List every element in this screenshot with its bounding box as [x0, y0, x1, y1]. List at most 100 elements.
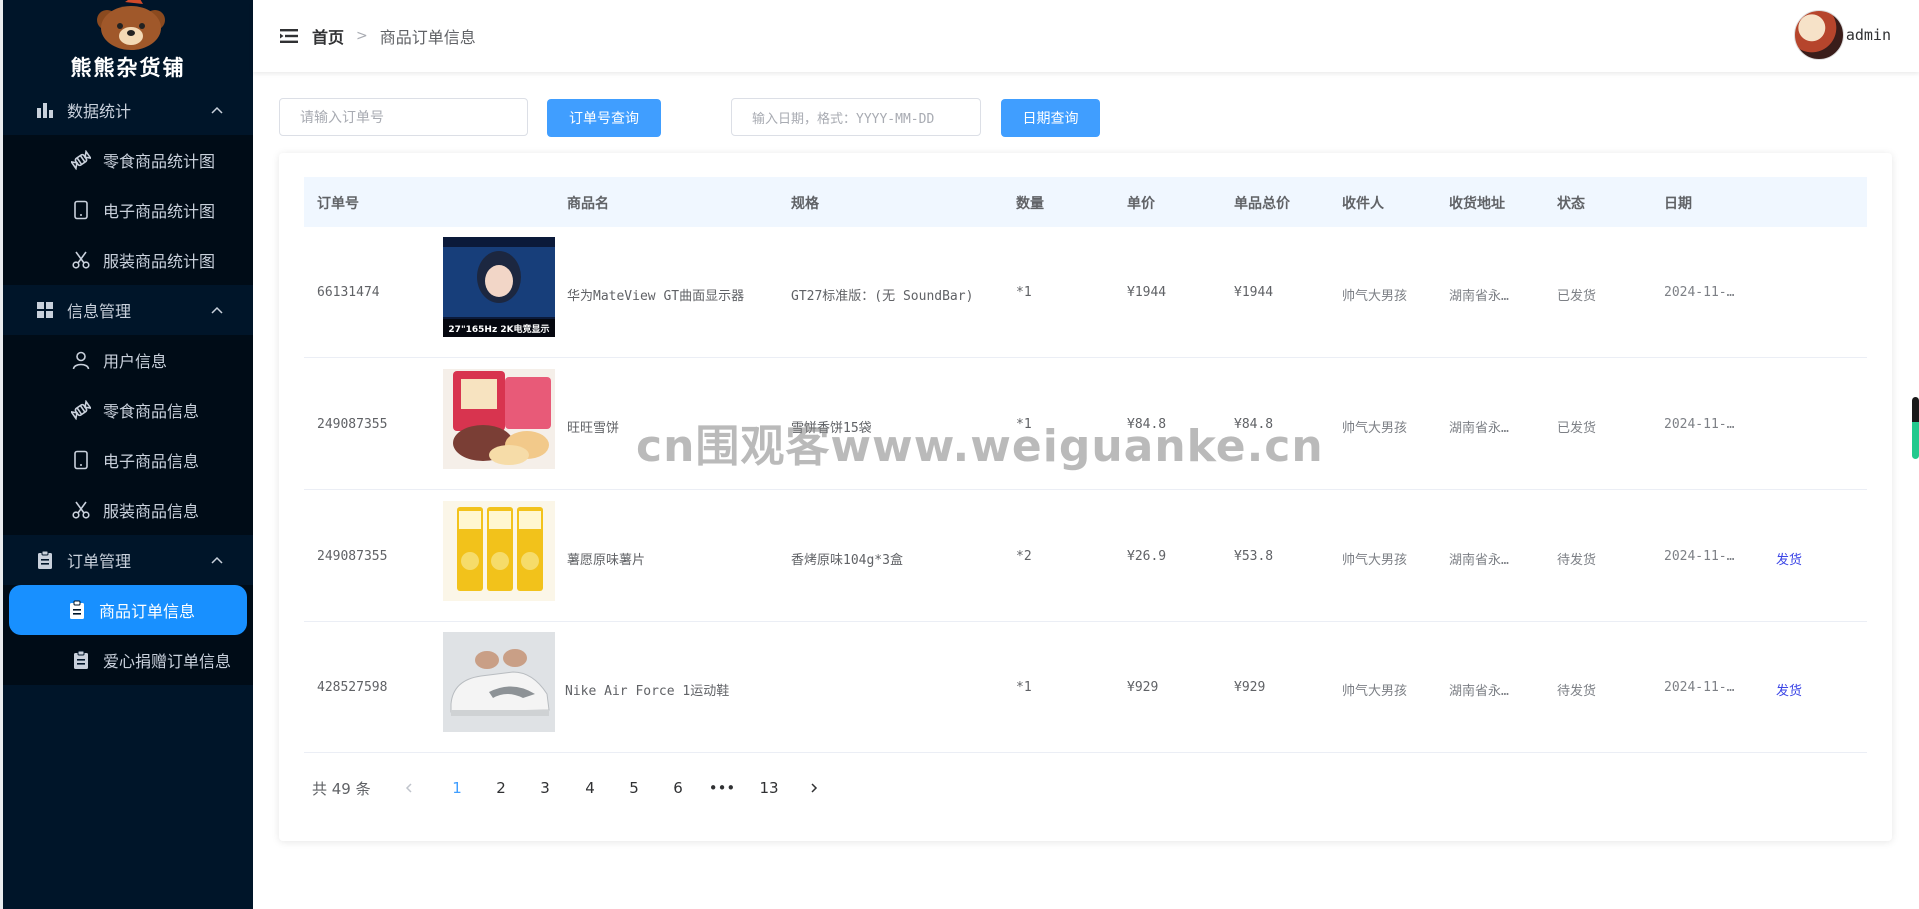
- cell-qty: *2: [1016, 549, 1032, 564]
- order-table-card: 订单号 商品名 规格 数量 单价 单品总价 收件人 收货地址 状态 日期 27"…: [279, 153, 1892, 841]
- sidebar-item-label: 零食商品统计图: [103, 152, 216, 171]
- order-search-button[interactable]: 订单号查询: [547, 99, 661, 137]
- cell-status: 已发货: [1557, 289, 1597, 304]
- cell-address: 湖南省永…: [1449, 553, 1509, 568]
- cell-date: 2024-11-…: [1664, 549, 1735, 564]
- thumbnail-caption: 27"165Hz 2K电竞显示: [448, 323, 549, 335]
- menu-group-0[interactable]: 数据统计: [3, 85, 253, 135]
- sidebar: 熊熊杂货铺 数据统计零食商品统计图 电子商品统计图 服装商品统计图信息管理用户信息零…: [0, 0, 253, 909]
- sidebar-item-0-1[interactable]: 电子商品统计图: [3, 185, 253, 235]
- cell-spec: 香烤原味104g*3盒: [791, 553, 903, 568]
- page-3[interactable]: 3: [530, 773, 560, 803]
- table-row: 249087355 薯愿原味薯片 香烤原味104g*3盒 *2 ¥26.9 ¥53.8 帅气…: [304, 491, 1867, 622]
- cell-product-name: 华为MateView GT曲面显示器: [567, 289, 745, 304]
- sidebar-item-label: 电子商品统计图: [103, 202, 216, 221]
- bear-logo-icon: [97, 0, 165, 50]
- submenu-2: 商品订单信息爱心捐赠订单信息: [3, 585, 253, 685]
- user-menu[interactable]: admin: [1793, 10, 1891, 60]
- pagination: 共 49 条: [312, 773, 371, 803]
- cell-order-no: 428527598: [317, 680, 388, 695]
- prev-page-icon[interactable]: [399, 773, 419, 803]
- column-header-qty: 数量: [1016, 196, 1044, 212]
- cell-status: 待发货: [1557, 684, 1597, 699]
- sidebar-item-label: 服装商品统计图: [103, 252, 216, 271]
- ship-action-link[interactable]: 发货: [1776, 680, 1802, 699]
- cell-status: 已发货: [1557, 421, 1597, 436]
- pagination-ellipsis[interactable]: •••: [707, 773, 737, 803]
- sidebar-item-0-0[interactable]: 零食商品统计图: [3, 135, 253, 185]
- page-5[interactable]: 5: [619, 773, 649, 803]
- cell-qty: *1: [1016, 680, 1032, 695]
- cell-date: 2024-11-…: [1664, 417, 1735, 432]
- menu-group-2[interactable]: 订单管理: [3, 535, 253, 585]
- page-13[interactable]: 13: [754, 773, 784, 803]
- column-header-status: 状态: [1557, 196, 1585, 212]
- menu-fold-icon[interactable]: [280, 29, 298, 43]
- cell-order-no: 66131474: [317, 285, 380, 300]
- breadcrumb-current: 商品订单信息: [379, 28, 476, 47]
- cell-price: ¥26.9: [1127, 549, 1167, 564]
- scrollbar-indicator[interactable]: [1912, 397, 1919, 459]
- sidebar-item-label: 服装商品信息: [103, 502, 200, 521]
- cell-receiver: 帅气大男孩: [1342, 289, 1408, 304]
- candy-icon: [71, 150, 91, 170]
- pagination-total: 共 49 条: [312, 779, 371, 798]
- user-icon: [71, 350, 91, 370]
- sidebar-item-1-1[interactable]: 零食商品信息: [3, 385, 253, 435]
- sidebar-item-label: 零食商品信息: [103, 402, 200, 421]
- column-header-price: 单价: [1127, 196, 1155, 212]
- header: 首页 > 商品订单信息 admin: [253, 0, 1919, 72]
- next-page-icon[interactable]: [804, 773, 824, 803]
- sidebar-item-label: 爱心捐赠订单信息: [103, 652, 232, 671]
- chevron-up-icon[interactable]: [209, 102, 225, 118]
- sidebar-item-label: 用户信息: [103, 352, 168, 371]
- sidebar-item-1-3[interactable]: 服装商品信息: [3, 485, 253, 535]
- chevron-up-icon[interactable]: [209, 552, 225, 568]
- chevron-up-icon[interactable]: [209, 302, 225, 318]
- ship-action-link[interactable]: 发货: [1776, 549, 1802, 568]
- logo-text: 熊熊杂货铺: [70, 56, 186, 80]
- product-thumbnail: [443, 369, 555, 469]
- column-header-receiver: 收件人: [1342, 196, 1384, 212]
- table-row: 428527598 Nike Air Force 1运动鞋 *1 ¥929 ¥929 帅气…: [304, 622, 1867, 753]
- product-thumbnail: 27"165Hz 2K电竞显示: [443, 237, 555, 337]
- sidebar-item-1-0[interactable]: 用户信息: [3, 335, 253, 385]
- cell-receiver: 帅气大男孩: [1342, 684, 1408, 699]
- table-header: 订单号 商品名 规格 数量 单价 单品总价 收件人 收货地址 状态 日期: [304, 177, 1867, 227]
- menu-group-label: 数据统计: [67, 102, 132, 121]
- candy-icon: [71, 400, 91, 420]
- sidebar-item-2-1[interactable]: 爱心捐赠订单信息: [3, 635, 253, 685]
- column-header-spec: 规格: [791, 196, 819, 212]
- clipboard-icon: [35, 550, 55, 570]
- sidebar-item-label: 电子商品信息: [103, 452, 200, 471]
- sidebar-item-1-2[interactable]: 电子商品信息: [3, 435, 253, 485]
- page-2[interactable]: 2: [486, 773, 516, 803]
- page-4[interactable]: 4: [575, 773, 605, 803]
- page-1[interactable]: 1: [442, 773, 472, 803]
- table-row: 27"165Hz 2K电竞显示 66131474 华为MateView GT曲面显…: [304, 227, 1867, 358]
- cell-spec: GT27标准版：(无 SoundBar): [791, 289, 974, 304]
- breadcrumb-separator: >: [356, 28, 368, 44]
- cell-receiver: 帅气大男孩: [1342, 553, 1408, 568]
- menu-group-1[interactable]: 信息管理: [3, 285, 253, 335]
- breadcrumb-home[interactable]: 首页: [312, 24, 344, 48]
- tablet-icon: [71, 450, 91, 470]
- scissors-icon: [71, 250, 91, 270]
- scissors-icon: [71, 500, 91, 520]
- column-header-name: 商品名: [567, 196, 609, 212]
- cell-order-no: 249087355: [317, 549, 388, 564]
- avatar[interactable]: [1793, 10, 1844, 60]
- column-header-address: 收货地址: [1449, 196, 1505, 212]
- cell-product-name: 薯愿原味薯片: [567, 553, 646, 568]
- date-placeholder: 输入日期，格式：YYYY-MM-DD: [752, 111, 935, 127]
- sidebar-item-2-0[interactable]: 商品订单信息: [9, 585, 247, 635]
- page-6[interactable]: 6: [663, 773, 693, 803]
- sidebar-item-0-2[interactable]: 服装商品统计图: [3, 235, 253, 285]
- column-header-total: 单品总价: [1234, 196, 1290, 212]
- clipboard-icon: [67, 600, 87, 620]
- order-number-input[interactable]: 请输入订单号: [279, 98, 528, 136]
- date-input[interactable]: 输入日期，格式：YYYY-MM-DD: [731, 98, 981, 136]
- date-search-button[interactable]: 日期查询: [1001, 99, 1100, 137]
- username[interactable]: admin: [1846, 26, 1891, 44]
- cell-product-name: 旺旺雪饼: [567, 421, 620, 436]
